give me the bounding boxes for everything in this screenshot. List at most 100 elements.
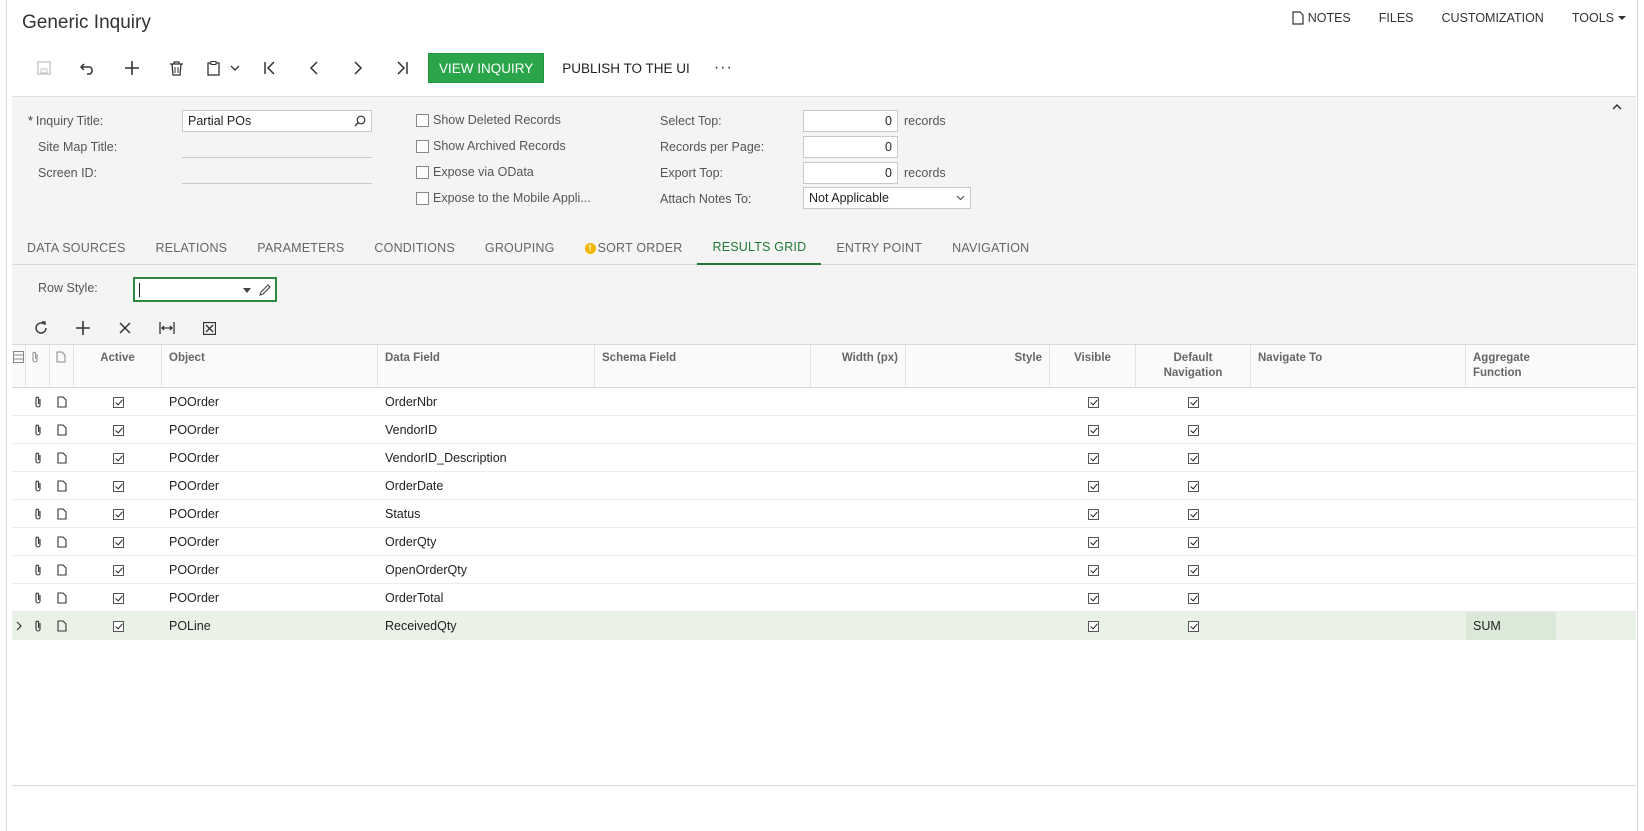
style-cell[interactable] xyxy=(906,612,1050,640)
first-record-button[interactable] xyxy=(248,52,292,84)
visible-cell[interactable] xyxy=(1050,528,1136,556)
default-navigation-checkbox[interactable] xyxy=(1188,452,1199,464)
export-excel-button[interactable] xyxy=(188,315,230,341)
active-checkbox[interactable] xyxy=(112,620,124,632)
default-navigation-checkbox[interactable] xyxy=(1188,480,1199,492)
schema-field-cell[interactable] xyxy=(595,388,811,416)
schema-field-cell[interactable] xyxy=(595,612,811,640)
tab-navigation[interactable]: NAVIGATION xyxy=(937,231,1044,265)
active-cell[interactable] xyxy=(74,388,162,416)
show-archived-box[interactable] xyxy=(416,139,429,153)
notes-link[interactable]: NOTES xyxy=(1292,11,1351,25)
aggregate-function-cell[interactable] xyxy=(1466,500,1556,528)
visible-checkbox[interactable] xyxy=(1087,396,1099,408)
width-cell[interactable] xyxy=(811,584,906,612)
active-checkbox[interactable] xyxy=(112,452,124,464)
width-cell[interactable] xyxy=(811,528,906,556)
data-field-cell[interactable]: OpenOrderQty xyxy=(378,556,595,584)
aggregate-function-cell[interactable]: SUM xyxy=(1466,612,1556,640)
show-deleted-box[interactable] xyxy=(416,113,429,127)
select-top-input[interactable]: 0 xyxy=(803,110,898,132)
active-cell[interactable] xyxy=(74,500,162,528)
default-navigation-cell[interactable] xyxy=(1136,584,1251,612)
schema-field-cell[interactable] xyxy=(595,584,811,612)
navigate-to-cell[interactable] xyxy=(1251,444,1466,472)
delete-row-button[interactable] xyxy=(104,315,146,341)
more-actions-button[interactable]: ··· xyxy=(714,59,733,77)
table-row[interactable]: POOrder OrderTotal xyxy=(12,584,1636,612)
style-cell[interactable] xyxy=(906,472,1050,500)
tab-relations[interactable]: RELATIONS xyxy=(140,231,242,265)
tab-grouping[interactable]: GROUPING xyxy=(470,231,570,265)
attachment-cell[interactable] xyxy=(26,500,50,528)
style-cell[interactable] xyxy=(906,500,1050,528)
width-cell[interactable] xyxy=(811,444,906,472)
aggregate-function-cell[interactable] xyxy=(1466,444,1556,472)
attachment-cell[interactable] xyxy=(26,584,50,612)
default-navigation-cell[interactable] xyxy=(1136,528,1251,556)
object-cell[interactable]: POOrder xyxy=(162,416,378,444)
tab-entry-point[interactable]: ENTRY POINT xyxy=(821,231,937,265)
caret-down-icon[interactable] xyxy=(243,288,251,293)
navigate-to-cell[interactable] xyxy=(1251,388,1466,416)
tab-data-sources[interactable]: DATA SOURCES xyxy=(12,231,140,265)
style-cell[interactable] xyxy=(906,444,1050,472)
show-deleted-checkbox[interactable]: Show Deleted Records xyxy=(416,113,561,127)
visible-cell[interactable] xyxy=(1050,416,1136,444)
records-per-page-input[interactable]: 0 xyxy=(803,136,898,158)
aggregate-function-cell[interactable] xyxy=(1466,528,1556,556)
row-selector[interactable] xyxy=(12,584,26,612)
active-checkbox[interactable] xyxy=(112,396,124,408)
data-field-cell[interactable]: OrderTotal xyxy=(378,584,595,612)
note-cell[interactable] xyxy=(50,388,74,416)
data-field-cell[interactable]: ReceivedQty xyxy=(378,612,595,640)
aggregate-function-cell[interactable] xyxy=(1466,388,1556,416)
publish-to-ui-button[interactable]: PUBLISH TO THE UI xyxy=(562,61,690,76)
refresh-button[interactable] xyxy=(20,315,62,341)
visible-checkbox[interactable] xyxy=(1087,536,1099,548)
data-field-cell[interactable]: OrderQty xyxy=(378,528,595,556)
object-cell[interactable]: POOrder xyxy=(162,584,378,612)
object-cell[interactable]: POOrder xyxy=(162,500,378,528)
schema-field-cell[interactable] xyxy=(595,444,811,472)
attachment-cell[interactable] xyxy=(26,416,50,444)
previous-record-button[interactable] xyxy=(292,52,336,84)
save-button[interactable] xyxy=(22,52,66,84)
default-navigation-cell[interactable] xyxy=(1136,388,1251,416)
row-selector[interactable] xyxy=(12,612,26,640)
default-navigation-cell[interactable] xyxy=(1136,444,1251,472)
object-cell[interactable]: POOrder xyxy=(162,528,378,556)
navigate-to-cell[interactable] xyxy=(1251,500,1466,528)
expose-mobile-box[interactable] xyxy=(416,191,429,205)
default-navigation-cell[interactable] xyxy=(1136,416,1251,444)
width-cell[interactable] xyxy=(811,500,906,528)
visible-cell[interactable] xyxy=(1050,584,1136,612)
note-cell[interactable] xyxy=(50,556,74,584)
active-cell[interactable] xyxy=(74,528,162,556)
row-selector[interactable] xyxy=(12,556,26,584)
width-cell[interactable] xyxy=(811,388,906,416)
width-cell[interactable] xyxy=(811,416,906,444)
export-top-input[interactable]: 0 xyxy=(803,162,898,184)
row-selector[interactable] xyxy=(12,528,26,556)
default-navigation-cell[interactable] xyxy=(1136,556,1251,584)
navigate-to-cell[interactable] xyxy=(1251,528,1466,556)
data-field-cell[interactable]: OrderNbr xyxy=(378,388,595,416)
active-checkbox[interactable] xyxy=(112,508,124,520)
tab-conditions[interactable]: CONDITIONS xyxy=(359,231,469,265)
default-navigation-checkbox[interactable] xyxy=(1188,424,1199,436)
default-navigation-checkbox[interactable] xyxy=(1188,620,1199,632)
active-cell[interactable] xyxy=(74,556,162,584)
note-cell[interactable] xyxy=(50,612,74,640)
note-cell[interactable] xyxy=(50,444,74,472)
last-record-button[interactable] xyxy=(380,52,424,84)
visible-checkbox[interactable] xyxy=(1087,620,1099,632)
expose-odata-box[interactable] xyxy=(416,165,429,179)
visible-checkbox[interactable] xyxy=(1087,480,1099,492)
active-cell[interactable] xyxy=(74,472,162,500)
table-row[interactable]: POLine ReceivedQty SUM xyxy=(12,612,1636,640)
visible-checkbox[interactable] xyxy=(1087,452,1099,464)
fit-columns-button[interactable] xyxy=(146,315,188,341)
aggregate-function-cell[interactable] xyxy=(1466,416,1556,444)
tools-menu[interactable]: TOOLS xyxy=(1572,11,1626,25)
